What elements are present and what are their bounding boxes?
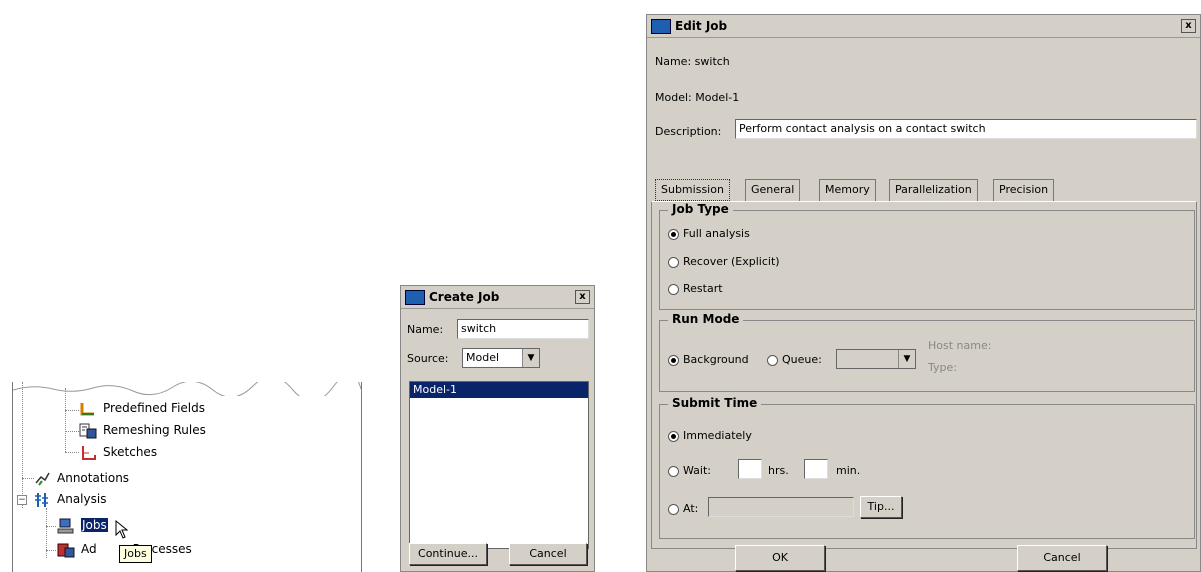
tip-button[interactable]: Tip... xyxy=(860,496,902,518)
radio-wait[interactable] xyxy=(668,465,679,477)
tree-line xyxy=(46,550,56,551)
job-type-title: Job Type xyxy=(668,202,733,216)
chevron-down-icon: ▼ xyxy=(898,350,915,368)
min-label: min. xyxy=(836,464,861,477)
ok-button[interactable]: OK xyxy=(735,545,825,571)
list-item-model[interactable]: Model-1 xyxy=(410,382,588,398)
hrs-label: hrs. xyxy=(768,464,789,477)
radio-full-analysis[interactable] xyxy=(668,228,679,240)
model-name-text: Model: Model-1 xyxy=(655,91,740,104)
collapse-toggle[interactable]: − xyxy=(17,495,27,505)
create-job-titlebar[interactable]: Create Job x xyxy=(401,286,594,309)
option-recover-explicit[interactable]: Recover (Explicit) xyxy=(668,255,780,268)
option-queue[interactable]: Queue: xyxy=(767,353,822,366)
window-icon xyxy=(651,19,671,34)
edit-job-dialog: Edit Job x Name: switch Model: Model-1 D… xyxy=(646,14,1201,572)
radio-at[interactable] xyxy=(668,503,679,515)
source-label: Source: xyxy=(407,352,449,365)
wait-minutes-input[interactable] xyxy=(804,459,828,479)
adaptivity-label-start: Ad xyxy=(81,542,97,556)
cancel-button[interactable]: Cancel xyxy=(509,543,587,565)
submit-time-title: Submit Time xyxy=(668,396,762,410)
source-select-value: Model xyxy=(466,351,500,364)
tab-memory[interactable]: Memory xyxy=(819,179,876,201)
tab-parallelization[interactable]: Parallelization xyxy=(889,179,978,201)
radio-queue[interactable] xyxy=(767,354,778,366)
tree-line xyxy=(65,452,79,453)
analysis-icon xyxy=(33,492,51,508)
job-type-group: Job Type Full analysis Recover (Explicit… xyxy=(659,202,1195,310)
job-name-text: Name: switch xyxy=(655,55,730,68)
chevron-down-icon: ▼ xyxy=(522,349,539,367)
cancel-button[interactable]: Cancel xyxy=(1017,545,1107,571)
option-background[interactable]: Background xyxy=(668,353,749,366)
tree-item-predefined-fields[interactable]: Predefined Fields xyxy=(79,399,205,417)
tree-item-remeshing-rules[interactable]: Remeshing Rules xyxy=(79,421,206,439)
tab-submission[interactable]: Submission xyxy=(655,179,730,201)
description-input[interactable]: Perform contact analysis on a contact sw… xyxy=(735,119,1197,139)
annotations-icon xyxy=(33,471,51,487)
close-button[interactable]: x xyxy=(1181,19,1196,33)
tree-line xyxy=(65,410,79,411)
option-immediately[interactable]: Immediately xyxy=(668,429,752,442)
adaptivity-processes-icon xyxy=(57,542,75,558)
tree-item-analysis[interactable]: Analysis xyxy=(33,490,106,508)
option-wait[interactable]: Wait: xyxy=(668,464,711,477)
tree-line xyxy=(65,388,66,452)
tree-item-jobs[interactable]: Jobs xyxy=(57,516,129,539)
option-restart[interactable]: Restart xyxy=(668,282,723,295)
option-at[interactable]: At: xyxy=(668,502,698,515)
remeshing-rules-icon xyxy=(79,423,97,439)
tab-general[interactable]: General xyxy=(745,179,801,201)
tab-precision[interactable]: Precision xyxy=(993,179,1055,201)
radio-recover-explicit[interactable] xyxy=(668,256,679,268)
description-label: Description: xyxy=(655,125,722,138)
radio-restart[interactable] xyxy=(668,283,679,295)
tree-line xyxy=(46,526,56,527)
jobs-tooltip: Jobs xyxy=(119,545,152,563)
wait-hours-input[interactable] xyxy=(738,459,762,479)
run-mode-group: Run Mode Background Queue: ▼ Host name: … xyxy=(659,312,1195,392)
tree-line xyxy=(22,382,23,508)
radio-immediately[interactable] xyxy=(668,430,679,442)
create-job-title: Create Job xyxy=(429,290,500,304)
edit-job-title: Edit Job xyxy=(675,19,728,33)
create-job-dialog: Create Job x Name: switch Source: Model … xyxy=(400,285,595,572)
close-button[interactable]: x xyxy=(575,290,590,304)
radio-background[interactable] xyxy=(668,354,679,366)
model-list[interactable]: Model-1 xyxy=(409,381,589,549)
predefined-fields-icon xyxy=(79,401,97,417)
sketches-icon xyxy=(79,445,97,461)
jobs-label-selected: Jobs xyxy=(80,517,109,533)
submit-time-group: Submit Time Immediately Wait: hrs. min. … xyxy=(659,396,1195,539)
host-name-label: Host name: xyxy=(928,339,992,352)
type-label: Type: xyxy=(928,361,957,374)
jobs-icon xyxy=(57,518,75,534)
tree-line xyxy=(65,431,79,432)
tree-item-sketches[interactable]: Sketches xyxy=(79,443,157,461)
mouse-cursor-icon xyxy=(115,520,129,539)
window-icon xyxy=(405,290,425,305)
queue-select[interactable]: ▼ xyxy=(836,349,916,369)
source-select[interactable]: Model ▼ xyxy=(462,348,540,368)
edit-job-titlebar[interactable]: Edit Job x xyxy=(647,15,1200,38)
run-mode-title: Run Mode xyxy=(668,312,744,326)
name-label: Name: xyxy=(407,323,444,336)
tree-item-annotations[interactable]: Annotations xyxy=(33,469,129,487)
option-full-analysis[interactable]: Full analysis xyxy=(668,227,750,240)
model-tree-panel: Predefined Fields Remeshing Rules Sketch… xyxy=(12,382,362,572)
at-time-input[interactable] xyxy=(708,497,854,517)
job-name-input[interactable]: switch xyxy=(457,319,589,339)
continue-button[interactable]: Continue... xyxy=(409,543,487,565)
